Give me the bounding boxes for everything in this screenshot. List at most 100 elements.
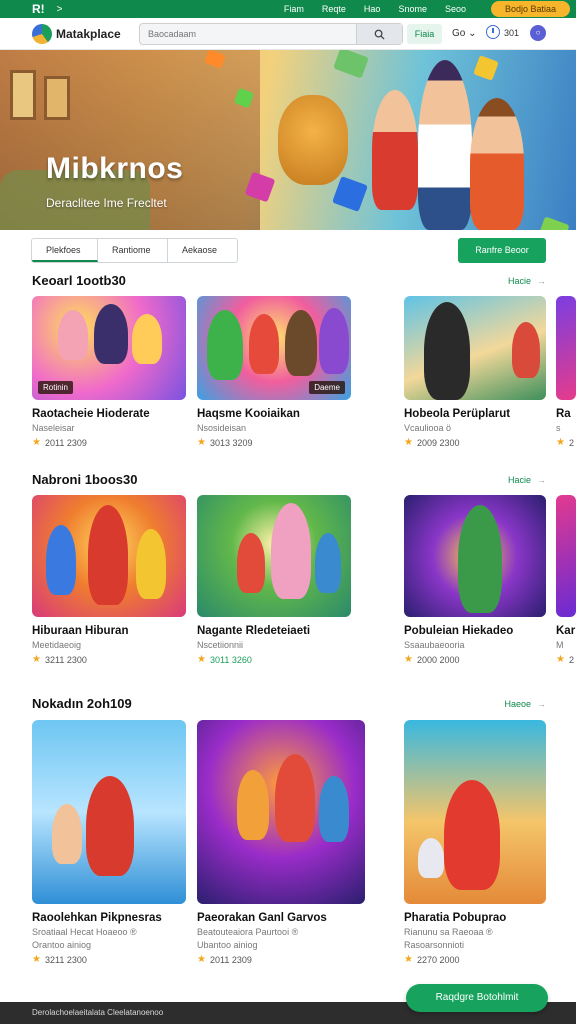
game-thumbnail[interactable] [32, 495, 186, 617]
section-more-link[interactable]: Hacie → [508, 475, 546, 485]
game-card[interactable]: Pharatia Pobuprao Rianunu sa Raeoaa ® Ra… [404, 720, 546, 965]
tab-first[interactable]: Plekfoes [32, 239, 98, 262]
arrow-right-icon: → [537, 475, 546, 485]
game-title[interactable]: Pharatia Pobuprao [404, 912, 546, 924]
game-thumbnail[interactable] [556, 296, 576, 400]
game-rating: ★ 3013 3209 [197, 437, 351, 448]
section-more-link[interactable]: Haeoe → [504, 699, 546, 709]
game-subtitle: Beatouteaiora Paurtooi ® [197, 927, 299, 937]
game-card-partial[interactable]: Kar M ★ 2 [556, 495, 576, 665]
header-action-button[interactable]: Fiaia [407, 24, 442, 44]
game-title[interactable]: Ra [556, 408, 576, 420]
thumb-character [512, 322, 540, 378]
game-subtitle: Meetidaeoig [32, 640, 82, 650]
section-more-label: Haeoe [504, 699, 531, 709]
game-subtitle-secondary: Rasoarsonnioti [404, 940, 465, 950]
thumb-character [285, 310, 317, 376]
top-link[interactable]: Snome [398, 4, 427, 14]
game-thumbnail[interactable] [404, 720, 546, 904]
thumb-character [237, 770, 269, 840]
brand-name[interactable]: Matakplace [56, 27, 121, 41]
game-thumbnail[interactable] [197, 495, 351, 617]
game-title[interactable]: Raotacheie Hioderate [32, 408, 186, 420]
game-title[interactable]: Haqsme Kooiaikan [197, 408, 351, 420]
top-link[interactable]: Seoo [445, 4, 466, 14]
game-title[interactable]: Nagante Rledeteiaeti [197, 625, 351, 637]
section-title: Keoarl 1ootb30 [32, 273, 126, 288]
rating-value: 3211 2300 [44, 654, 87, 665]
game-thumbnail[interactable] [556, 495, 576, 617]
promo-pill-button[interactable]: Bodjo Batiaa [490, 1, 570, 17]
game-card[interactable]: Hiburaan Hiburan Meetidaeoig ★ 3211 2300 [32, 495, 186, 665]
game-thumbnail[interactable] [404, 495, 546, 617]
star-icon: ★ [197, 437, 206, 448]
primary-cta-button[interactable]: Ranfre Beoor [458, 238, 546, 263]
hero-subtitle: Deraclitee Ime Frecltet [46, 196, 167, 210]
thumb-character [237, 533, 265, 593]
rating-value: 2011 2309 [209, 954, 252, 965]
game-card[interactable]: Hobeola Perüplarut Vcauliooa ö ★ 2009 230… [404, 296, 546, 448]
thumb-badge: Daeme [309, 381, 345, 394]
game-card[interactable]: Raoolehkan Pikpnesras Sroatiaal Hecat Ho… [32, 720, 186, 965]
game-title[interactable]: Hobeola Perüplarut [404, 408, 546, 420]
search-button[interactable] [356, 24, 402, 44]
game-card-partial[interactable]: Ra s ★ 2 [556, 296, 576, 448]
game-title[interactable]: Kar [556, 625, 576, 637]
site-header: Matakplace Fiaia Go ⌄ 301 ○ [0, 18, 576, 50]
game-card[interactable]: Paeorakan Ganl Garvos Beatouteaiora Paur… [197, 720, 365, 965]
game-card[interactable]: Nagante Rledeteiaeti Nscetiionnii ★ 3011 … [197, 495, 351, 665]
star-icon: ★ [32, 437, 41, 448]
search-input[interactable] [140, 24, 355, 44]
language-selector[interactable]: Go ⌄ [452, 28, 477, 39]
hero-window [10, 70, 36, 120]
time-text: 301 [504, 28, 520, 38]
section-more-link[interactable]: Hacie → [508, 276, 546, 286]
chevron-right-icon[interactable]: > [57, 4, 63, 15]
arrow-right-icon: → [537, 276, 546, 286]
thumb-character [132, 314, 162, 364]
game-title[interactable]: Raoolehkan Pikpnesras [32, 912, 186, 924]
section-more-label: Hacie [507, 276, 531, 286]
rating-value: 2000 2000 [416, 654, 460, 665]
top-strip: R! > Fiam Reqte Hao Snome Seoo Bodjo Bat… [0, 0, 576, 18]
thumb-character [319, 308, 349, 374]
game-thumbnail[interactable] [197, 720, 365, 904]
game-rating: ★ 3011 3260 [197, 654, 351, 665]
rating-value: 3211 2300 [44, 954, 87, 965]
tab-second[interactable]: Rantiome [98, 239, 168, 262]
game-card[interactable]: Rotinin Raotacheie Hioderate Naseleisar … [32, 296, 186, 448]
thumb-character [444, 780, 500, 890]
game-subtitle: Rianunu sa Raeoaa ® [404, 927, 493, 937]
game-thumbnail[interactable]: Rotinin [32, 296, 186, 400]
game-rating: ★ 3211 2300 [32, 954, 186, 965]
top-link[interactable]: Reqte [322, 4, 346, 14]
rating-value: 2011 2309 [44, 437, 87, 448]
game-thumbnail[interactable] [32, 720, 186, 904]
clock-icon[interactable] [486, 25, 500, 39]
game-card[interactable]: Daeme Haqsme Kooiaikan Nsosideisan ★ 3013… [197, 296, 351, 448]
game-thumbnail[interactable] [404, 296, 546, 400]
thumb-character [88, 505, 128, 605]
floating-action-button[interactable]: Raqdgre Botohlmit [406, 984, 548, 1012]
brand-logo-icon[interactable] [32, 24, 52, 44]
thumb-badge: Rotinin [38, 381, 73, 394]
rating-value: 2 [568, 654, 574, 665]
game-thumbnail[interactable]: Daeme [197, 296, 351, 400]
game-title[interactable]: Hiburaan Hiburan [32, 625, 186, 637]
game-subtitle-secondary: Orantoo ainiog [32, 940, 92, 950]
thumb-character [315, 533, 341, 593]
tab-third[interactable]: Aekaose [168, 239, 237, 262]
hero-character [418, 60, 472, 230]
language-label: Go [452, 28, 466, 39]
hero-banner[interactable]: Mibkrnos Deraclitee Ime Frecltet [0, 50, 576, 230]
user-avatar[interactable]: ○ [530, 25, 546, 41]
game-title[interactable]: Pobuleian Hiekadeo [404, 625, 546, 637]
top-link[interactable]: Hao [364, 4, 381, 14]
top-link[interactable]: Fiam [284, 4, 304, 14]
thumb-character [52, 804, 82, 864]
mini-logo-icon[interactable]: R! [32, 2, 45, 16]
thumb-character [319, 776, 349, 842]
game-title[interactable]: Paeorakan Ganl Garvos [197, 912, 365, 924]
game-card[interactable]: Pobuleian Hiekadeo Ssaaubaeooria ★ 2000 2… [404, 495, 546, 665]
rating-value: 3013 3209 [209, 437, 253, 448]
